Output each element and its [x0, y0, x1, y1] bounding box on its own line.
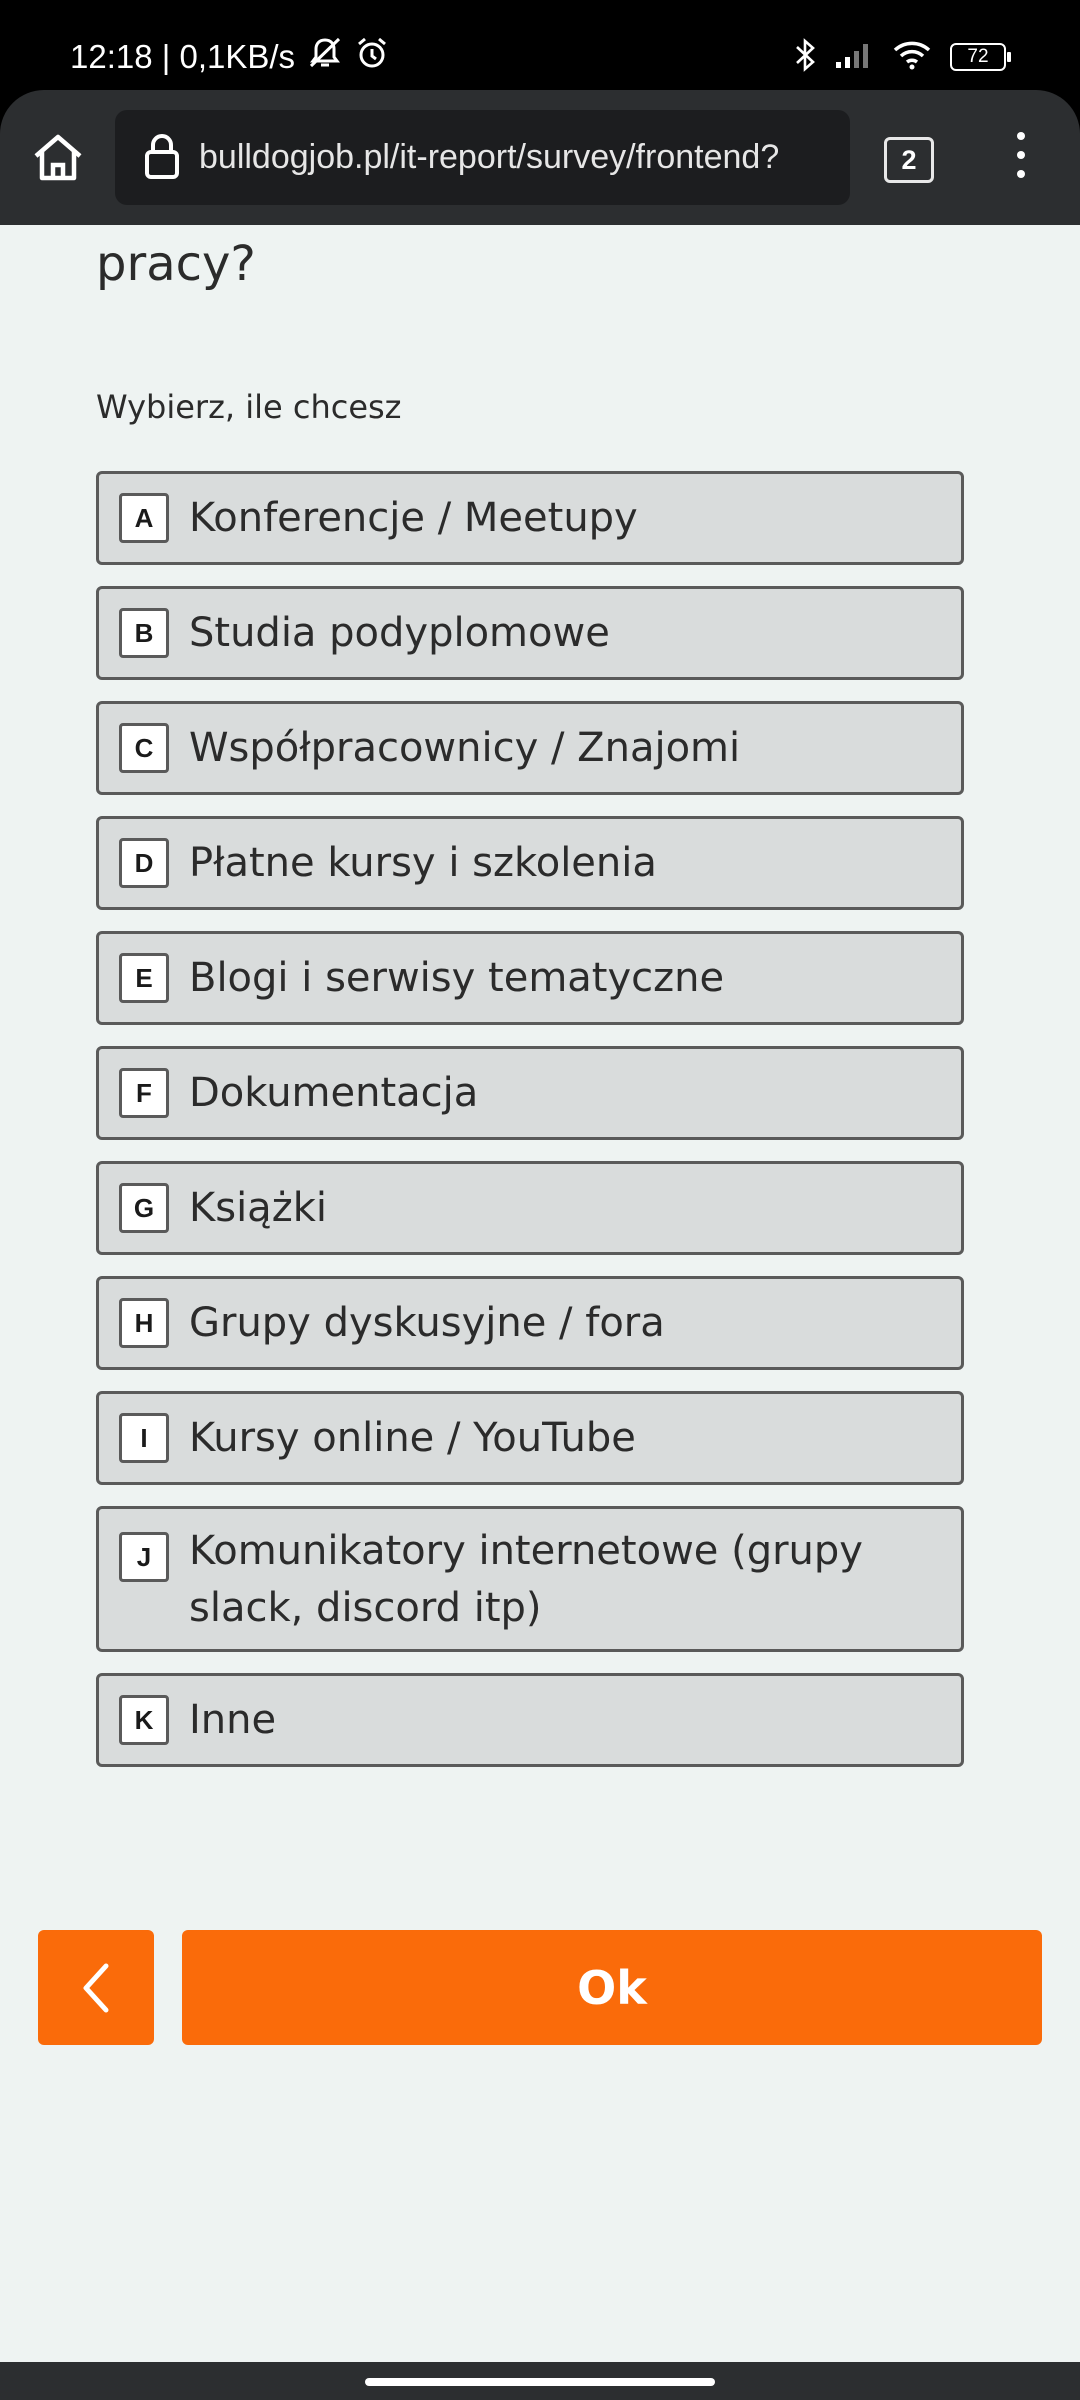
option-key: I — [119, 1413, 169, 1463]
option-i[interactable]: I Kursy online / YouTube — [96, 1391, 964, 1485]
status-right: 72 — [794, 38, 1011, 76]
tab-switcher-button[interactable]: 2 — [884, 137, 934, 183]
option-j[interactable]: J Komunikatory internetowe (grupy slack,… — [96, 1506, 964, 1652]
option-a[interactable]: A Konferencje / Meetupy — [96, 471, 964, 565]
home-icon — [34, 134, 82, 181]
mute-icon — [307, 36, 343, 78]
option-label: Inne — [189, 1696, 277, 1743]
overflow-menu-icon[interactable] — [1006, 132, 1036, 186]
option-label: Grupy dyskusyjne / fora — [189, 1299, 665, 1346]
option-c[interactable]: C Współpracownicy / Znajomi — [96, 701, 964, 795]
option-e[interactable]: E Blogi i serwisy tematyczne — [96, 931, 964, 1025]
option-f[interactable]: F Dokumentacja — [96, 1046, 964, 1140]
browser-toolbar: bulldogjob.pl/it-report/survey/frontend?… — [0, 90, 1080, 225]
wifi-icon — [892, 40, 932, 74]
option-key: B — [119, 608, 169, 658]
option-label: Książki — [189, 1184, 327, 1231]
option-label: Blogi i serwisy tematyczne — [189, 954, 725, 1001]
ok-button[interactable]: Ok — [182, 1930, 1042, 2045]
option-label: Konferencje / Meetupy — [189, 494, 638, 541]
option-label: Kursy online / YouTube — [189, 1414, 636, 1461]
home-indicator[interactable] — [365, 2378, 715, 2386]
system-nav-bar — [0, 2362, 1080, 2400]
option-label: Studia podyplomowe — [189, 609, 610, 656]
question-title: pracy? — [96, 236, 256, 292]
option-b[interactable]: B Studia podyplomowe — [96, 586, 964, 680]
option-k[interactable]: K Inne — [96, 1673, 964, 1767]
option-key: C — [119, 723, 169, 773]
url-text[interactable]: bulldogjob.pl/it-report/survey/frontend? — [199, 138, 779, 177]
address-bar[interactable]: bulldogjob.pl/it-report/survey/frontend? — [115, 110, 850, 205]
option-label: Współpracownicy / Znajomi — [189, 724, 741, 771]
option-key: F — [119, 1068, 169, 1118]
answer-options: A Konferencje / Meetupy B Studia podyplo… — [96, 471, 964, 1788]
status-time: 12:18 | 0,1KB/s — [70, 38, 296, 75]
option-key: E — [119, 953, 169, 1003]
option-key: H — [119, 1298, 169, 1348]
option-h[interactable]: H Grupy dyskusyjne / fora — [96, 1276, 964, 1370]
option-key: K — [119, 1695, 169, 1745]
bluetooth-icon — [794, 38, 816, 76]
option-g[interactable]: G Książki — [96, 1161, 964, 1255]
option-key: G — [119, 1183, 169, 1233]
option-label: Komunikatory internetowe (grupy slack, d… — [189, 1528, 863, 1631]
alarm-icon — [355, 36, 389, 78]
option-label: Dokumentacja — [189, 1069, 479, 1116]
signal-icon — [834, 40, 874, 74]
option-key: A — [119, 493, 169, 543]
back-button[interactable] — [38, 1930, 154, 2045]
option-key: J — [119, 1532, 169, 1582]
question-hint: Wybierz, ile chcesz — [96, 388, 402, 426]
chevron-left-icon — [83, 1963, 109, 2012]
option-label: Płatne kursy i szkolenia — [189, 839, 657, 886]
status-left: 12:18 | 0,1KB/s — [70, 36, 389, 78]
status-bar: 12:18 | 0,1KB/s 72 — [0, 0, 1080, 90]
battery-icon: 72 — [950, 43, 1011, 71]
home-button[interactable] — [28, 128, 88, 188]
option-d[interactable]: D Płatne kursy i szkolenia — [96, 816, 964, 910]
lock-icon[interactable] — [143, 132, 181, 184]
option-key: D — [119, 838, 169, 888]
